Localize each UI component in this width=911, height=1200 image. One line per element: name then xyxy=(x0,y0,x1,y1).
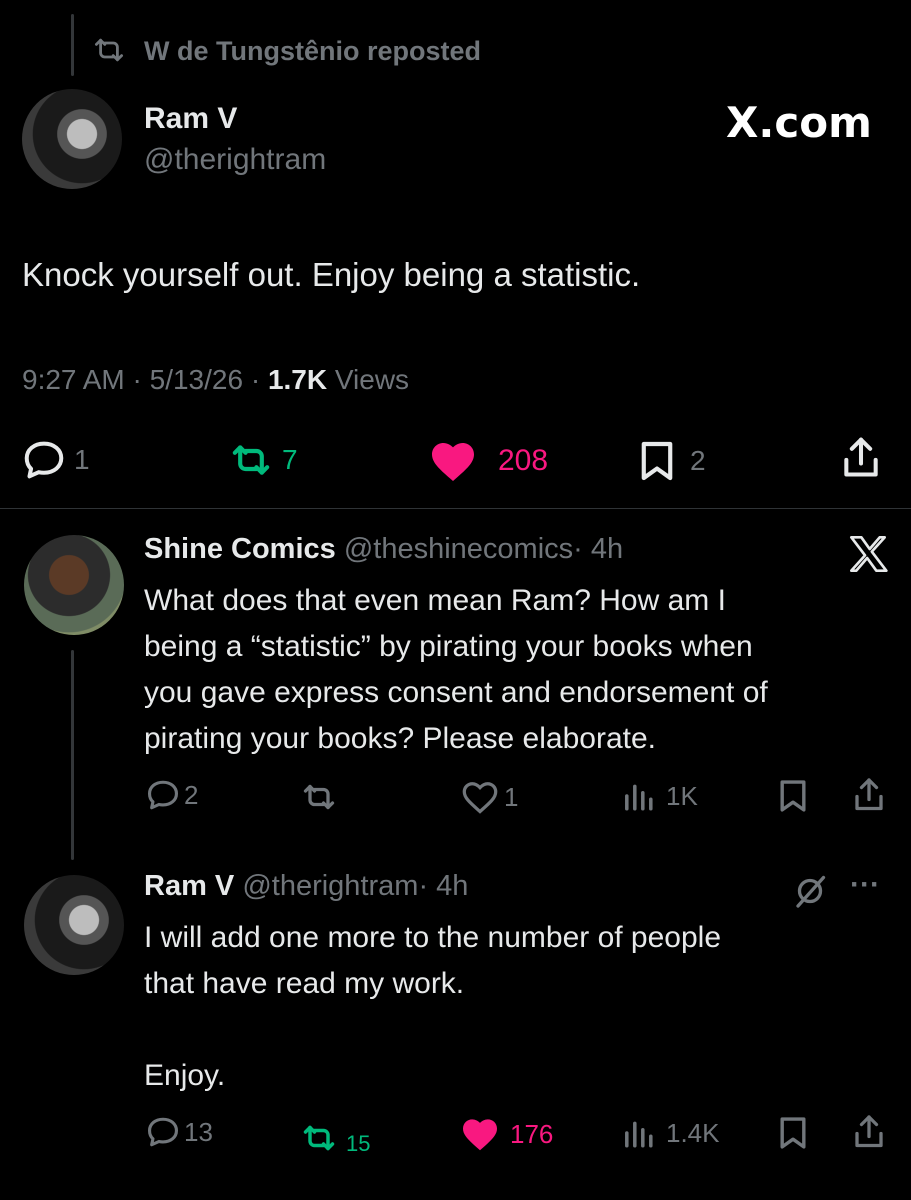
bookmark-count: 2 xyxy=(690,445,706,476)
author-name[interactable]: Ram V xyxy=(144,102,237,136)
views-button[interactable]: 1.4K xyxy=(622,1117,720,1149)
tweet-meta: 9:27 AM · 5/13/26 · 1.7K Views xyxy=(22,364,409,396)
thread-line-top xyxy=(71,14,74,76)
x-logo-brand: X.com xyxy=(726,98,872,147)
reply-text-line: that have read my work. xyxy=(144,967,465,1000)
reply-button[interactable]: 2 xyxy=(146,779,198,811)
meta-separator: · xyxy=(250,364,261,395)
reply-text-line: you gave express consent and endorsement… xyxy=(144,676,768,709)
avatar[interactable] xyxy=(24,875,124,975)
reply-icon xyxy=(146,1116,180,1148)
views-icon xyxy=(622,1117,654,1149)
bookmark-icon[interactable] xyxy=(778,1116,808,1150)
author-name[interactable]: Ram V xyxy=(144,870,234,902)
views-label: Views xyxy=(334,364,410,395)
like-icon xyxy=(460,780,500,814)
reply-count: 2 xyxy=(184,779,199,810)
like-button[interactable]: 1 xyxy=(460,780,518,814)
like-count: 176 xyxy=(510,1118,554,1149)
repost-button[interactable] xyxy=(300,782,346,812)
reply-text-line: being a “statistic” by pirating your boo… xyxy=(144,630,753,663)
grok-icon[interactable] xyxy=(792,873,828,909)
share-icon[interactable] xyxy=(840,436,882,480)
reply-header: Shine Comics @theshinecomics· 4h xyxy=(144,533,623,566)
tweet-time[interactable]: 9:27 AM xyxy=(22,364,125,395)
reply-text-line xyxy=(144,1007,721,1053)
reply-text-line: What does that even mean Ram? How am I xyxy=(144,584,726,617)
repost-count: 7 xyxy=(282,444,298,475)
like-icon xyxy=(428,440,478,482)
divider xyxy=(0,508,911,509)
repost-icon xyxy=(300,782,338,812)
like-icon xyxy=(460,1117,500,1151)
views-count: 1.4K xyxy=(666,1117,720,1148)
reply-text: What does that even mean Ram? How am I b… xyxy=(144,578,768,762)
reply-text-line: pirating your books? Please elaborate. xyxy=(144,722,656,755)
like-button[interactable]: 176 xyxy=(460,1117,553,1151)
bookmark-button[interactable]: 2 xyxy=(640,440,706,482)
like-count: 208 xyxy=(498,444,549,477)
reply-count: 1 xyxy=(74,444,90,475)
avatar[interactable] xyxy=(22,89,122,189)
reply-text-line: Enjoy. xyxy=(144,1059,226,1092)
like-count: 1 xyxy=(504,781,519,812)
reply-count: 13 xyxy=(184,1116,213,1147)
author-handle[interactable]: @therightram xyxy=(242,870,418,902)
repost-button[interactable]: 7 xyxy=(228,442,298,478)
tweet-text: Knock yourself out. Enjoy being a statis… xyxy=(22,256,641,293)
more-icon[interactable]: ··· xyxy=(850,868,880,902)
reply-button[interactable]: 1 xyxy=(22,440,90,480)
share-icon[interactable] xyxy=(852,1114,886,1150)
reply-button[interactable]: 13 xyxy=(146,1116,213,1148)
like-button[interactable]: 208 xyxy=(428,440,548,482)
views-button[interactable]: 1K xyxy=(622,780,698,812)
author-name[interactable]: Shine Comics xyxy=(144,533,336,565)
author-handle[interactable]: @therightram xyxy=(144,143,326,177)
x-logo-icon xyxy=(848,535,888,573)
repost-button[interactable]: 15 xyxy=(300,1119,370,1157)
author-handle[interactable]: @theshinecomics xyxy=(344,533,573,565)
repost-count: 15 xyxy=(346,1131,371,1156)
repost-icon xyxy=(228,442,274,478)
views-count: 1K xyxy=(666,780,698,811)
thread-line xyxy=(71,650,74,860)
tweet-date[interactable]: 5/13/26 xyxy=(150,364,243,395)
reply-header: Ram V @therightram· 4h xyxy=(144,870,468,903)
share-icon[interactable] xyxy=(852,777,886,813)
repost-icon xyxy=(92,36,126,64)
post-time[interactable]: · 4h xyxy=(573,533,623,565)
bookmark-icon[interactable] xyxy=(778,779,808,813)
bookmark-icon xyxy=(640,440,674,482)
views-count: 1.7K xyxy=(267,364,328,395)
meta-separator: · xyxy=(132,364,142,395)
reply-text-line: I will add one more to the number of peo… xyxy=(144,921,722,954)
avatar[interactable] xyxy=(24,535,124,635)
reply-text: I will add one more to the number of peo… xyxy=(144,915,721,1099)
reply-icon xyxy=(22,440,66,480)
post-time[interactable]: · 4h xyxy=(418,870,468,902)
reply-icon xyxy=(146,779,180,811)
views-icon xyxy=(622,780,654,812)
repost-banner-text[interactable]: W de Tungstênio reposted xyxy=(144,36,481,67)
repost-icon xyxy=(300,1123,338,1153)
